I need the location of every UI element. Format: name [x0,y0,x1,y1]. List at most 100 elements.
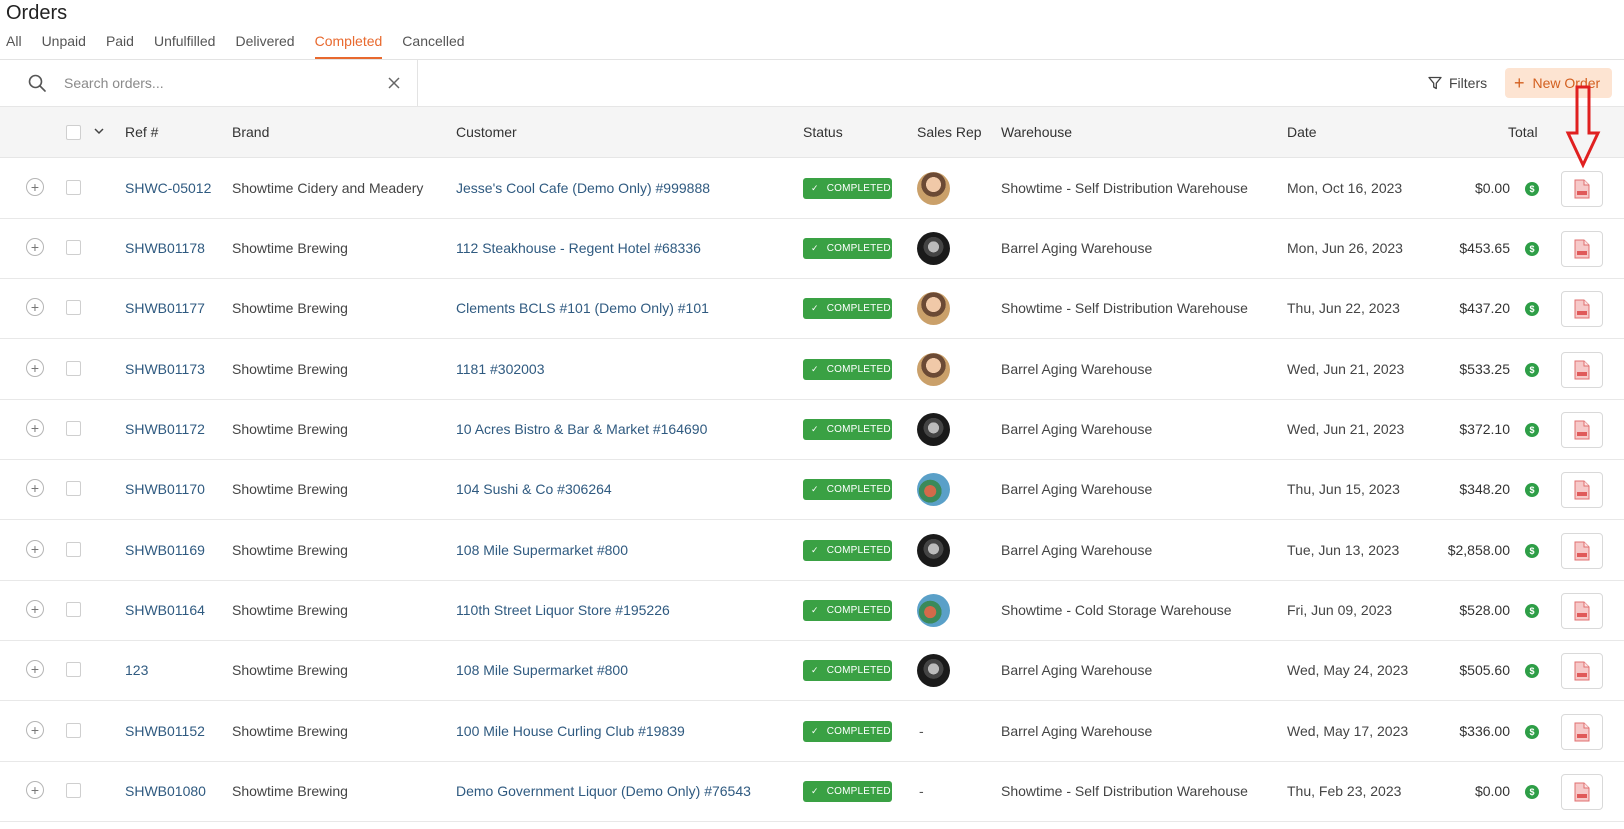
pdf-download-button[interactable] [1561,291,1603,327]
order-ref-link[interactable]: SHWB01178 [125,240,205,256]
row-checkbox[interactable] [66,361,81,376]
pdf-download-button[interactable] [1561,231,1603,267]
order-ref-link[interactable]: SHWB01169 [125,542,205,558]
search-input[interactable] [64,72,374,94]
row-checkbox[interactable] [66,542,81,557]
plus-circle-icon[interactable]: + [26,721,44,739]
avatar[interactable] [917,232,950,265]
pdf-download-button[interactable] [1561,714,1603,750]
customer-link[interactable]: 10 Acres Bistro & Bar & Market #164690 [456,421,707,437]
column-header-sales-rep[interactable]: Sales Rep [917,124,982,140]
status-label: COMPLETED [826,183,891,194]
customer-link[interactable]: 108 Mile Supermarket #800 [456,542,628,558]
avatar[interactable] [917,413,950,446]
pdf-download-button[interactable] [1561,472,1603,508]
order-ref-link[interactable]: SHWC-05012 [125,180,211,196]
select-all-checkbox[interactable] [66,125,81,140]
chevron-down-icon[interactable] [93,126,105,136]
pdf-download-button[interactable] [1561,774,1603,810]
warehouse-name: Showtime - Self Distribution Warehouse [1001,300,1248,316]
row-checkbox[interactable] [66,180,81,195]
avatar[interactable] [917,172,950,205]
order-ref-link[interactable]: SHWB01177 [125,300,205,316]
avatar[interactable] [917,654,950,687]
column-header-total[interactable]: Total [1508,124,1538,140]
customer-link[interactable]: Clements BCLS #101 (Demo Only) #101 [456,300,709,316]
order-ref-link[interactable]: 123 [125,662,148,678]
order-ref-link[interactable]: SHWB01170 [125,481,205,497]
tab-paid[interactable]: Paid [106,33,134,59]
order-date: Mon, Jun 26, 2023 [1287,240,1403,256]
customer-link[interactable]: 104 Sushi & Co #306264 [456,481,612,497]
avatar[interactable] [917,473,950,506]
plus-circle-icon[interactable]: + [26,479,44,497]
plus-circle-icon[interactable]: + [26,660,44,678]
check-icon: ✓ [811,243,819,253]
row-checkbox[interactable] [66,602,81,617]
plus-circle-icon[interactable]: + [26,419,44,437]
plus-circle-icon[interactable]: + [26,238,44,256]
row-checkbox[interactable] [66,240,81,255]
tab-unpaid[interactable]: Unpaid [42,33,86,59]
order-ref-link[interactable]: SHWB01172 [125,421,205,437]
filters-button[interactable]: Filters [1428,72,1487,94]
column-header-status[interactable]: Status [803,124,843,140]
column-header-brand[interactable]: Brand [232,124,269,140]
tab-unfulfilled[interactable]: Unfulfilled [154,33,215,59]
warehouse-name: Barrel Aging Warehouse [1001,542,1153,558]
close-icon[interactable] [386,75,402,91]
customer-link[interactable]: 100 Mile House Curling Club #19839 [456,723,685,739]
row-checkbox[interactable] [66,421,81,436]
order-total: $348.20 [1459,481,1510,497]
customer-link[interactable]: Demo Government Liquor (Demo Only) #7654… [456,783,751,799]
column-header-ref[interactable]: Ref # [125,124,158,140]
order-ref-link[interactable]: SHWB01173 [125,361,205,377]
customer-link[interactable]: Jesse's Cool Cafe (Demo Only) #999888 [456,180,710,196]
customer-link[interactable]: 112 Steakhouse - Regent Hotel #68336 [456,240,701,256]
column-header-customer[interactable]: Customer [456,124,517,140]
plus-circle-icon[interactable]: + [26,781,44,799]
avatar[interactable] [917,353,950,386]
table-row: + SHWB01173 Showtime Brewing 1181 #302003 ✓ C… [0,340,1624,400]
status-badge: ✓ COMPLETED [803,600,892,621]
order-ref-link[interactable]: SHWB01152 [125,723,205,739]
pdf-download-button[interactable] [1561,533,1603,569]
order-total: $2,858.00 [1447,542,1510,558]
plus-circle-icon[interactable]: + [26,540,44,558]
customer-link[interactable]: 108 Mile Supermarket #800 [456,662,628,678]
plus-circle-icon[interactable]: + [26,600,44,618]
tab-completed[interactable]: Completed [314,33,383,59]
column-header-date[interactable]: Date [1287,124,1317,140]
avatar[interactable] [917,594,950,627]
column-header-warehouse[interactable]: Warehouse [1001,124,1072,140]
pdf-download-button[interactable] [1561,593,1603,629]
order-total: $0.00 [1474,783,1510,799]
order-ref-link[interactable]: SHWB01080 [125,783,206,799]
plus-circle-icon[interactable]: + [26,359,44,377]
pdf-download-button[interactable] [1561,171,1603,207]
avatar[interactable] [917,292,950,325]
status-badge: ✓ COMPLETED [803,238,892,259]
row-checkbox[interactable] [66,481,81,496]
row-checkbox[interactable] [66,300,81,315]
warehouse-name: Barrel Aging Warehouse [1001,662,1153,678]
customer-link[interactable]: 1181 #302003 [456,361,545,377]
plus-circle-icon[interactable]: + [26,298,44,316]
avatar[interactable] [917,534,950,567]
plus-circle-icon[interactable]: + [26,178,44,196]
pdf-download-button[interactable] [1561,653,1603,689]
dollar-icon: $ [1525,664,1539,678]
tab-delivered[interactable]: Delivered [235,33,294,59]
status-label: COMPLETED [826,424,891,435]
pdf-download-button[interactable] [1561,412,1603,448]
pdf-download-button[interactable] [1561,352,1603,388]
order-date: Mon, Oct 16, 2023 [1287,180,1403,196]
row-checkbox[interactable] [66,723,81,738]
customer-link[interactable]: 110th Street Liquor Store #195226 [456,602,670,618]
pdf-file-icon [1574,601,1590,621]
tab-cancelled[interactable]: Cancelled [402,33,464,59]
row-checkbox[interactable] [66,662,81,677]
row-checkbox[interactable] [66,783,81,798]
order-ref-link[interactable]: SHWB01164 [125,602,205,618]
tab-all[interactable]: All [6,33,22,59]
